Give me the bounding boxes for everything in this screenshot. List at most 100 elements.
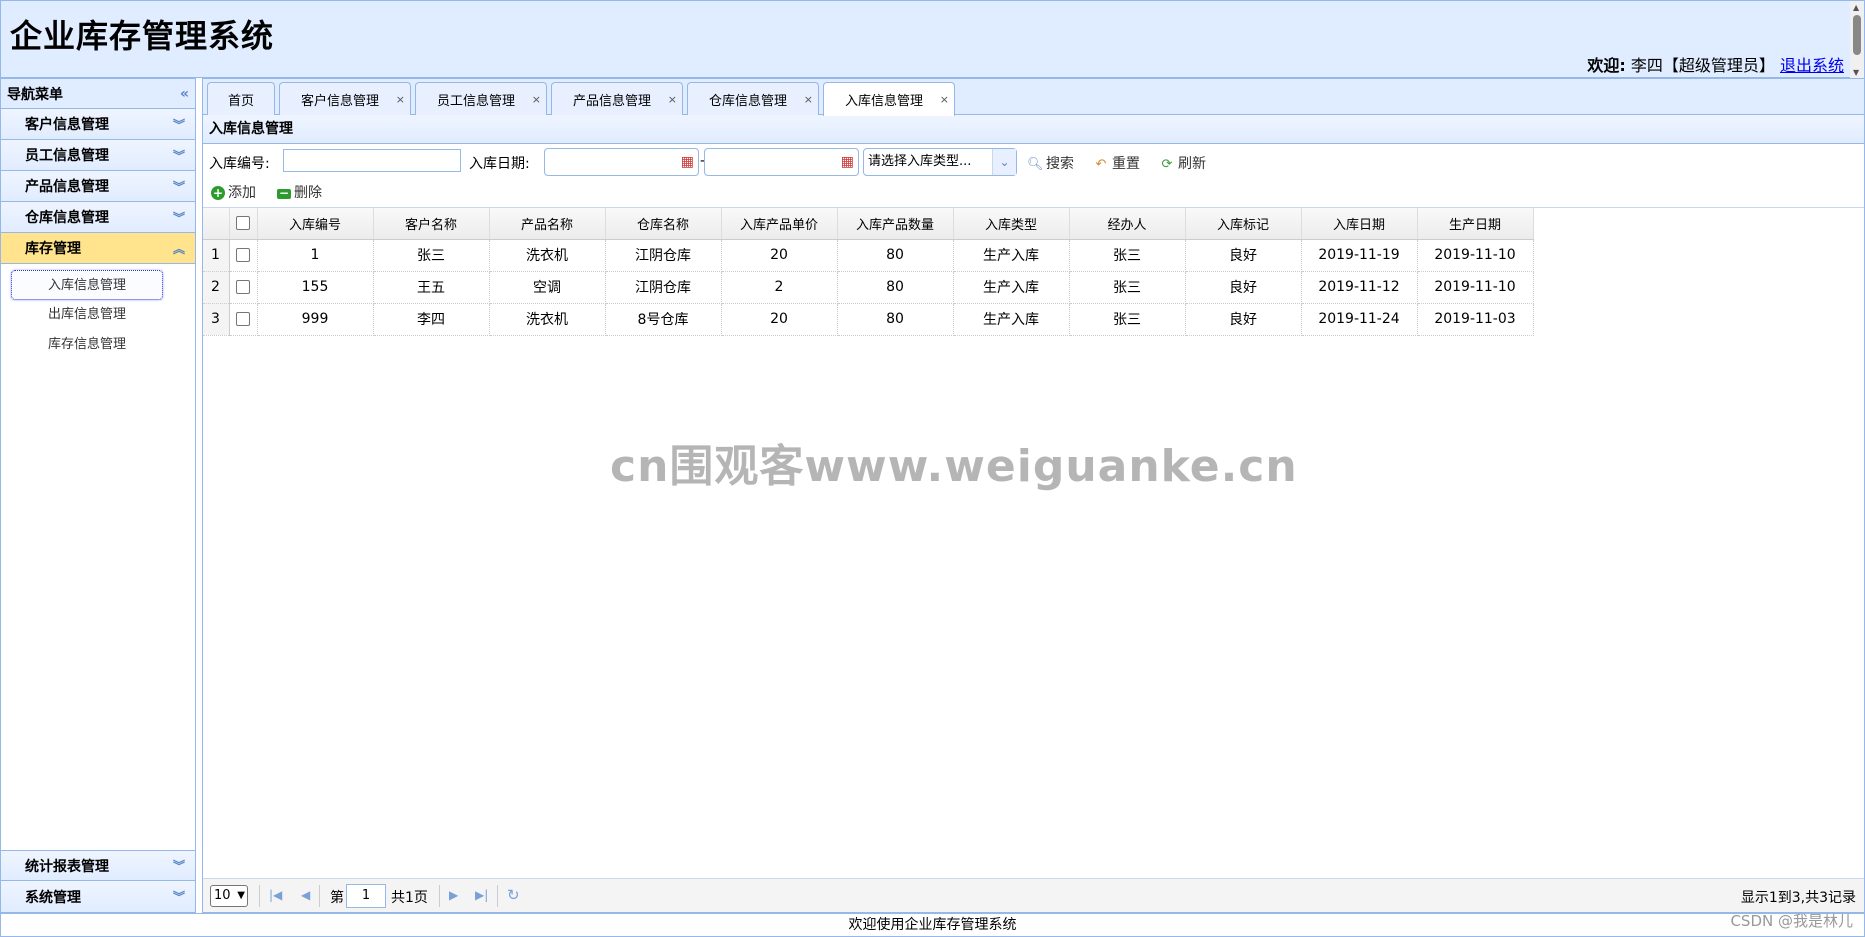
expand-icon: ︾: [172, 859, 185, 873]
row-checkbox[interactable]: [236, 248, 250, 262]
close-icon[interactable]: ×: [940, 93, 949, 106]
tab-home[interactable]: 首页: [207, 82, 275, 115]
reset-button-label: 重置: [1112, 156, 1140, 172]
sidebar-section-system[interactable]: 系统管理 ︾: [1, 881, 195, 912]
pager-divider: [259, 885, 260, 907]
page-scrollbar[interactable]: ▲ ▼: [1850, 1, 1864, 79]
pager-divider: [439, 885, 440, 907]
table-row[interactable]: 2 155 王五 空调 江阴仓库 2 80 生产入库 张三 良好 2019-11…: [203, 271, 1534, 304]
table-cell: 生产入库: [953, 239, 1070, 272]
column-header[interactable]: 产品名称: [489, 208, 606, 240]
stock-in-type-select[interactable]: 请选择入库类型... ⌄: [863, 148, 1017, 176]
tab-stock-in[interactable]: 入库信息管理 ×: [823, 82, 955, 116]
app-footer: 欢迎使用企业库存管理系统: [0, 913, 1865, 937]
column-header[interactable]: 入库标记: [1185, 208, 1302, 240]
remove-icon: −: [277, 186, 291, 200]
refresh-button[interactable]: ⟳ 刷新: [1159, 153, 1206, 173]
row-number: 1: [203, 239, 230, 272]
tab-warehouse[interactable]: 仓库信息管理 ×: [687, 82, 819, 115]
row-select-cell: [229, 239, 258, 272]
table-cell: 洗衣机: [489, 303, 606, 336]
sidebar-item-stock-in[interactable]: 入库信息管理: [11, 270, 163, 300]
tab-employee[interactable]: 员工信息管理 ×: [415, 82, 547, 115]
calendar-icon[interactable]: ▦: [841, 154, 854, 170]
reload-icon[interactable]: ↻: [507, 886, 520, 904]
sidebar-section-customer[interactable]: 客户信息管理 ︾: [1, 109, 195, 140]
main-panel: 首页 客户信息管理 × 员工信息管理 × 产品信息管理 × 仓库信息管理 × 入…: [202, 78, 1865, 913]
sidebar-section-inventory[interactable]: 库存管理 ︽: [1, 233, 195, 264]
next-page-icon[interactable]: ▶: [449, 888, 458, 902]
logout-link[interactable]: 退出系统: [1780, 56, 1844, 75]
close-icon[interactable]: ×: [396, 93, 405, 106]
close-icon[interactable]: ×: [668, 93, 677, 106]
sidebar-item-stock-info[interactable]: 库存信息管理: [11, 330, 163, 360]
row-select-cell: [229, 271, 258, 304]
column-header[interactable]: 入库日期: [1301, 208, 1418, 240]
table-cell: 李四: [373, 303, 490, 336]
table-cell: 张三: [1069, 303, 1186, 336]
close-icon[interactable]: ×: [804, 93, 813, 106]
chevron-down-icon: ▼: [237, 890, 245, 901]
app-title: 企业库存管理系统: [10, 17, 275, 55]
stock-in-id-input[interactable]: [283, 149, 461, 172]
delete-button-label: 删除: [294, 185, 322, 201]
select-all-checkbox[interactable]: [236, 216, 250, 231]
search-button[interactable]: 🔍︎ 搜索: [1027, 153, 1074, 173]
close-icon[interactable]: ×: [532, 93, 541, 106]
column-header[interactable]: 入库编号: [257, 208, 374, 240]
select-placeholder: 请选择入库类型...: [868, 154, 972, 169]
sidebar-section-reports[interactable]: 统计报表管理 ︾: [1, 850, 195, 881]
last-page-icon[interactable]: ▶|: [475, 888, 488, 902]
add-button-label: 添加: [228, 185, 256, 201]
column-header[interactable]: 入库产品数量: [837, 208, 954, 240]
expand-icon: ︾: [172, 148, 185, 163]
table-row[interactable]: 1 1 张三 洗衣机 江阴仓库 20 80 生产入库 张三 良好 2019-11…: [203, 239, 1534, 272]
scroll-down-icon[interactable]: ▼: [1853, 68, 1859, 77]
add-button[interactable]: + 添加: [211, 182, 256, 202]
end-date-input[interactable]: ▦: [704, 148, 859, 176]
sidebar-section-employee[interactable]: 员工信息管理 ︾: [1, 140, 195, 171]
start-date-input[interactable]: ▦: [544, 148, 699, 176]
row-checkbox[interactable]: [236, 312, 250, 326]
row-number-header: [203, 208, 230, 240]
sidebar-section-label: 库存管理: [25, 241, 81, 257]
tab-customer[interactable]: 客户信息管理 ×: [279, 82, 411, 115]
column-header[interactable]: 入库类型: [953, 208, 1070, 240]
prev-page-icon[interactable]: ◀: [301, 888, 310, 902]
tab-product[interactable]: 产品信息管理 ×: [551, 82, 683, 115]
scrollbar-thumb[interactable]: [1853, 15, 1861, 55]
column-header[interactable]: 仓库名称: [605, 208, 722, 240]
welcome-label: 欢迎:: [1587, 56, 1626, 75]
table-cell: 1: [257, 239, 374, 272]
first-page-icon[interactable]: |◀: [269, 888, 282, 902]
table-cell: 江阴仓库: [605, 271, 722, 304]
page-number-input[interactable]: 1: [346, 884, 386, 908]
column-header[interactable]: 生产日期: [1417, 208, 1534, 240]
tab-label: 客户信息管理: [300, 93, 379, 109]
table-cell: 2019-11-24: [1301, 303, 1418, 336]
action-toolbar: + 添加 − 删除: [203, 177, 1864, 205]
data-grid: 入库编号 客户名称 产品名称 仓库名称 入库产品单价 入库产品数量 入库类型 经…: [203, 207, 1864, 877]
delete-button[interactable]: − 删除: [277, 182, 322, 202]
page-size-select[interactable]: 10 ▼: [210, 885, 248, 907]
calendar-icon[interactable]: ▦: [681, 154, 694, 170]
column-header[interactable]: 经办人: [1069, 208, 1186, 240]
collapse-left-icon[interactable]: «: [180, 86, 189, 102]
table-cell: 2019-11-10: [1417, 239, 1534, 272]
sidebar-section-label: 客户信息管理: [25, 117, 109, 133]
sidebar-section-product[interactable]: 产品信息管理 ︾: [1, 171, 195, 202]
chevron-down-icon[interactable]: ⌄: [992, 149, 1016, 175]
reset-button[interactable]: ↶ 重置: [1093, 153, 1140, 173]
row-checkbox[interactable]: [236, 280, 250, 294]
tab-label: 首页: [227, 93, 254, 109]
sidebar-item-stock-out[interactable]: 出库信息管理: [11, 300, 163, 330]
pager-divider: [319, 885, 320, 907]
scroll-up-icon[interactable]: ▲: [1853, 3, 1859, 12]
column-header[interactable]: 入库产品单价: [721, 208, 838, 240]
table-row[interactable]: 3 999 李四 洗衣机 8号仓库 20 80 生产入库 张三 良好 2019-…: [203, 303, 1534, 336]
refresh-icon: ⟳: [1161, 157, 1173, 172]
sidebar-section-warehouse[interactable]: 仓库信息管理 ︾: [1, 202, 195, 233]
column-header[interactable]: 客户名称: [373, 208, 490, 240]
row-number: 3: [203, 303, 230, 336]
stock-in-id-label: 入库编号:: [209, 156, 270, 172]
